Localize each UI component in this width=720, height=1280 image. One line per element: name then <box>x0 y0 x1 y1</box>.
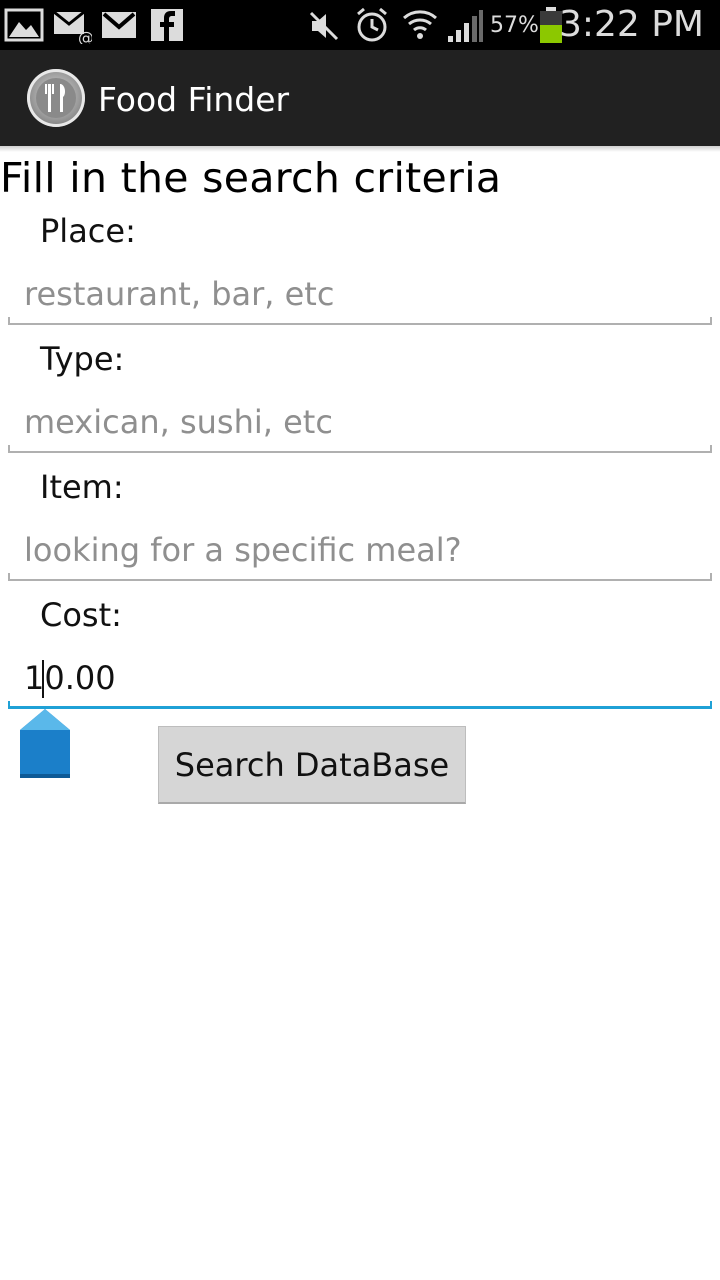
field-tick-left <box>8 701 10 709</box>
field-tick-right <box>710 573 712 581</box>
wifi-icon <box>403 10 437 39</box>
place-field[interactable]: restaurant, bar, etc <box>8 263 712 325</box>
action-bar-shadow <box>0 146 720 152</box>
fork-knife-plate-icon[interactable] <box>27 69 85 127</box>
item-label: Item: <box>40 468 124 506</box>
cost-field[interactable]: 10.00 <box>8 647 712 709</box>
field-underline <box>8 323 712 325</box>
app-title: Food Finder <box>98 80 290 119</box>
page-heading: Fill in the search criteria <box>0 154 502 202</box>
field-tick-left <box>8 445 10 453</box>
text-selection-handle[interactable] <box>19 708 71 780</box>
cost-value: 10.00 <box>24 659 116 697</box>
mute-icon <box>309 11 339 41</box>
field-tick-left <box>8 317 10 325</box>
gallery-icon <box>4 8 44 42</box>
item-field[interactable]: looking for a specific meal? <box>8 519 712 581</box>
field-tick-right <box>710 317 712 325</box>
gmail-icon <box>102 12 136 38</box>
signal-icon <box>448 10 483 42</box>
type-placeholder: mexican, sushi, etc <box>24 403 333 441</box>
field-tick-right <box>710 701 712 709</box>
place-placeholder: restaurant, bar, etc <box>24 275 335 313</box>
facebook-icon <box>151 9 183 41</box>
item-placeholder: looking for a specific meal? <box>24 531 462 569</box>
email-icon: @ <box>53 10 92 44</box>
field-underline <box>8 579 712 581</box>
search-database-button[interactable]: Search DataBase <box>158 726 466 804</box>
field-tick-left <box>8 573 10 581</box>
text-cursor <box>42 660 44 698</box>
status-bar: @ 57% 3:22 PM <box>0 0 720 50</box>
type-label: Type: <box>40 340 125 378</box>
type-field[interactable]: mexican, sushi, etc <box>8 391 712 453</box>
place-label: Place: <box>40 212 136 250</box>
field-underline <box>8 451 712 453</box>
alarm-icon <box>357 7 387 42</box>
field-underline <box>8 706 712 709</box>
action-bar: Food Finder <box>0 50 720 146</box>
cost-label: Cost: <box>40 596 122 634</box>
battery-percent: 57% <box>490 13 539 38</box>
svg-text:@: @ <box>78 28 92 44</box>
field-tick-right <box>710 445 712 453</box>
clock: 3:22 PM <box>558 4 704 45</box>
